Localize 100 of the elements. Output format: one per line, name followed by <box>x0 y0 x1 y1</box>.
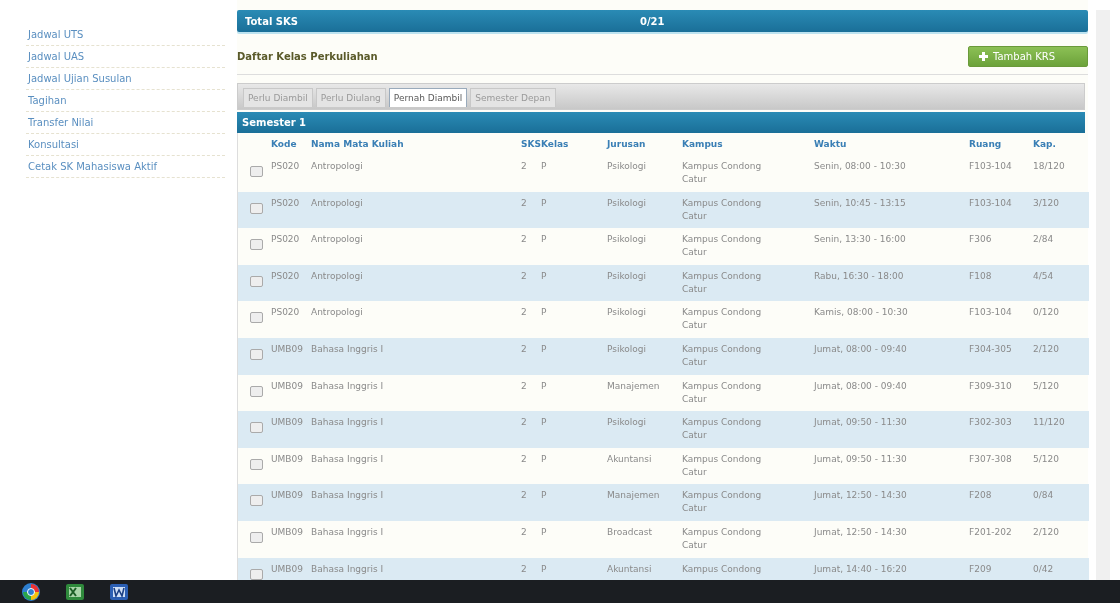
table-cell: Akuntansi <box>607 563 652 574</box>
row-checkbox[interactable] <box>250 166 263 177</box>
table-cell: Kampus Condong Catur <box>682 380 762 404</box>
row-checkbox[interactable] <box>250 495 263 507</box>
total-label: Total SKS <box>245 15 298 27</box>
table-cell: UMB09 <box>271 417 303 428</box>
column-header: Kampus <box>682 138 724 151</box>
table-cell: 2 <box>521 197 527 208</box>
table-cell: Kampus Condong Catur <box>682 307 762 331</box>
table-cell: Kampus Condong Catur <box>682 270 762 294</box>
scrollbar[interactable] <box>1096 10 1110 580</box>
orb-icon[interactable] <box>22 582 40 601</box>
table-cell: 2 <box>521 161 527 171</box>
tab[interactable]: Semester Depan <box>470 88 556 107</box>
table-cell: UMB09 <box>271 526 303 537</box>
table-cell: Kampus Condong <box>682 563 762 574</box>
table-cell: Bahasa Inggris I <box>311 526 384 537</box>
table-cell: 2 <box>521 417 527 428</box>
table-cell: 2 <box>521 270 527 281</box>
table-cell: F103-104 <box>969 197 1012 208</box>
table-cell: F108 <box>969 270 992 281</box>
table-cell: Antropologi <box>311 161 363 171</box>
table-cell: P <box>541 161 547 171</box>
sidebar-link[interactable]: Jadwal UTS <box>26 24 225 46</box>
row-checkbox[interactable] <box>250 348 263 360</box>
table-cell: P <box>541 490 547 501</box>
table-cell: Psikologi <box>607 270 647 281</box>
table-cell: 5/120 <box>1033 380 1059 391</box>
row-checkbox[interactable] <box>250 202 263 214</box>
column-header: Kap. <box>1033 138 1057 151</box>
table-cell: Jumat, 08:00 - 09:40 <box>814 343 907 354</box>
table-cell: Jumat, 12:50 - 14:30 <box>814 490 907 501</box>
table-cell: F304-305 <box>969 343 1012 354</box>
table-cell: P <box>541 234 547 245</box>
table-cell: P <box>541 380 547 391</box>
table-cell: PS020 <box>271 197 300 208</box>
table-cell: 11/120 <box>1033 417 1065 428</box>
semester-header: Semester 1 <box>237 112 1085 133</box>
row-checkbox[interactable] <box>250 385 263 397</box>
column-header: Kode <box>271 138 298 151</box>
tab[interactable]: Pernah Diambil <box>388 88 468 107</box>
table-cell: P <box>541 270 547 281</box>
row-checkbox[interactable] <box>250 531 263 543</box>
sidebar-link[interactable]: Cetak SK Mahasiswa Aktif <box>26 156 225 178</box>
table-cell: 3/120 <box>1033 197 1059 208</box>
column-header: Waktu <box>814 138 848 151</box>
table-cell: Psikologi <box>607 307 647 318</box>
table-cell: Akuntansi <box>607 453 652 464</box>
table-cell: Antropologi <box>311 234 363 245</box>
row-checkbox[interactable] <box>250 275 263 287</box>
tab[interactable]: Perlu Diulang <box>315 88 386 107</box>
table-cell: Jumat, 14:40 - 16:20 <box>814 563 907 574</box>
table-cell: 2 <box>521 234 527 245</box>
table-cell: 4/54 <box>1033 270 1054 281</box>
row-checkbox[interactable] <box>250 239 263 251</box>
sidebar-link[interactable]: Jadwal Ujian Susulan <box>26 68 225 90</box>
add-button[interactable]: Tambah KRS <box>968 45 1088 67</box>
table-cell: Jumat, 12:50 - 14:30 <box>814 526 907 537</box>
row-checkbox[interactable] <box>250 422 263 434</box>
table-cell: PS020 <box>271 307 300 318</box>
table-cell: Bahasa Inggris I <box>311 490 384 501</box>
table-cell: Broadcast <box>607 526 653 537</box>
table-cell: Kampus Condong Catur <box>682 526 762 550</box>
table-cell: 2 <box>521 343 527 354</box>
sidebar-link[interactable]: Tagihan <box>26 90 225 112</box>
table-cell: Senin, 13:30 - 16:00 <box>814 234 906 245</box>
table-cell: 0/42 <box>1033 563 1054 574</box>
table-cell: P <box>541 343 547 354</box>
table-cell: Antropologi <box>311 270 363 281</box>
table-cell: Manajemen <box>607 490 660 501</box>
table-cell: Bahasa Inggris I <box>311 380 384 391</box>
table-cell: F103-104 <box>969 307 1012 318</box>
column-header: SKS <box>521 138 541 151</box>
row-checkbox[interactable] <box>250 568 263 580</box>
table-cell: Bahasa Inggris I <box>311 453 384 464</box>
row-checkbox[interactable] <box>250 312 263 324</box>
spreadsheet-icon[interactable] <box>66 583 84 600</box>
sidebar-link[interactable]: Transfer Nilai <box>26 112 225 134</box>
tab[interactable]: Perlu Diambil <box>243 88 313 107</box>
sidebar-link[interactable]: Jadwal UAS <box>26 46 225 68</box>
table-cell: Psikologi <box>607 234 647 245</box>
table-cell: Antropologi <box>311 197 363 208</box>
table-cell: UMB09 <box>271 343 303 354</box>
table-cell: P <box>541 197 547 208</box>
row-checkbox[interactable] <box>250 458 263 470</box>
sidebar-link[interactable]: Konsultasi <box>26 134 225 156</box>
table-cell: F103-104 <box>969 161 1012 171</box>
table-cell: Bahasa Inggris I <box>311 417 384 428</box>
document-icon[interactable] <box>110 583 128 600</box>
table-cell: PS020 <box>271 234 300 245</box>
table-cell: Bahasa Inggris I <box>311 343 384 354</box>
table-cell: P <box>541 307 547 318</box>
plus-icon <box>979 51 988 61</box>
table-cell: Kampus Condong Catur <box>682 417 762 441</box>
table-cell: Jumat, 08:00 - 09:40 <box>814 380 907 391</box>
table-cell: Psikologi <box>607 161 647 171</box>
table-cell: Kamis, 08:00 - 10:30 <box>814 307 908 318</box>
table-cell: Rabu, 16:30 - 18:00 <box>814 270 904 281</box>
table-cell: Psikologi <box>607 417 647 428</box>
column-header: Ruang <box>969 138 1003 151</box>
